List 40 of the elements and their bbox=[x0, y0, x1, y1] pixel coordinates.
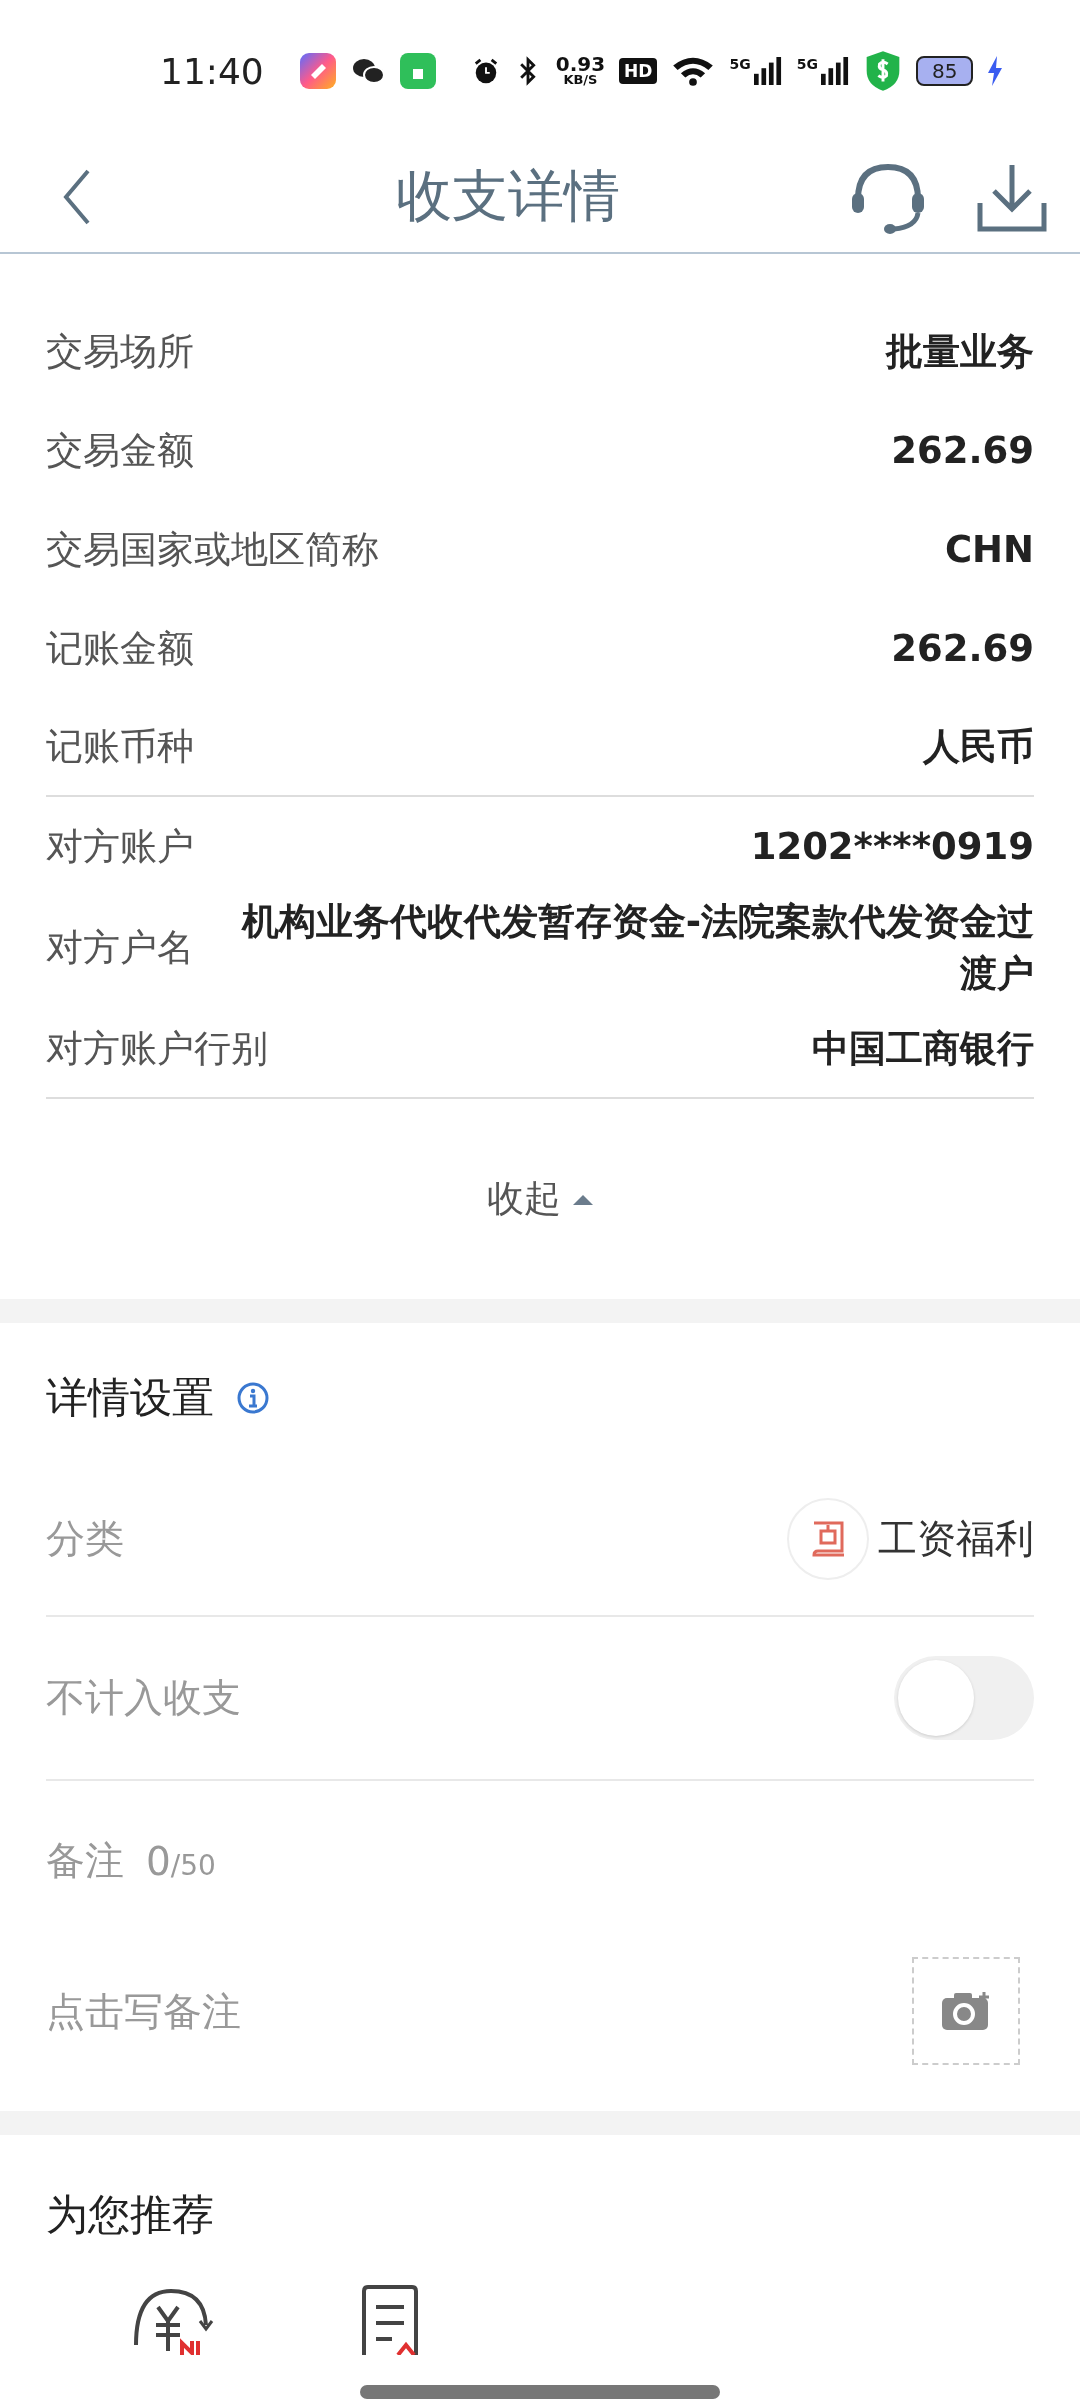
category-label: 分类 bbox=[46, 1515, 124, 1563]
section-title: 详情设置 bbox=[46, 1372, 214, 1424]
field-value: 1202****0919 bbox=[750, 823, 1034, 870]
exclude-label: 不计入收支 bbox=[46, 1674, 241, 1722]
field-value: CHN bbox=[944, 526, 1034, 573]
app-icon bbox=[299, 53, 336, 89]
camera-icon bbox=[940, 1990, 992, 2032]
battery-indicator: 85 bbox=[915, 56, 974, 86]
signal-indicator: 5G bbox=[796, 57, 850, 85]
note-field[interactable]: 点击写备注 bbox=[46, 1988, 546, 2034]
info-icon[interactable] bbox=[236, 1381, 270, 1415]
field-label: 交易金额 bbox=[46, 427, 194, 474]
category-value[interactable]: 工资福利 bbox=[878, 1512, 1034, 1566]
field-label: 对方账户 bbox=[46, 823, 194, 870]
section-title: 为您推荐 bbox=[46, 2189, 215, 2241]
signal-indicator: 5G bbox=[729, 57, 783, 85]
field-label: 交易国家或地区简称 bbox=[46, 526, 379, 573]
field-value: 262.69 bbox=[891, 625, 1034, 672]
field-value: 人民币 bbox=[923, 723, 1034, 770]
collapse-button[interactable]: 收起 bbox=[481, 1099, 599, 1299]
field-label: 对方户名 bbox=[46, 925, 194, 971]
page-title: 收支详情 bbox=[395, 162, 621, 230]
caret-icon bbox=[573, 1193, 593, 1205]
field-label: 对方账户行别 bbox=[46, 1025, 268, 1072]
charging-icon bbox=[987, 56, 1004, 86]
field-value: 批量业务 bbox=[886, 328, 1034, 375]
store-icon bbox=[399, 53, 436, 89]
field-label: 记账币种 bbox=[46, 723, 194, 770]
note-counter: 0/50 bbox=[146, 1838, 216, 1884]
note-label: 备注 bbox=[46, 1837, 124, 1885]
field-value: 机构业务代收代发暂存资金-法院案款代发资金过渡户 bbox=[240, 899, 1034, 997]
field-label: 记账金额 bbox=[46, 625, 194, 672]
field-value: 262.69 bbox=[891, 427, 1034, 474]
field-label: 交易场所 bbox=[46, 328, 194, 375]
add-photo-button[interactable] bbox=[912, 1957, 1020, 2065]
network-speed: 0.93 KB/S bbox=[555, 55, 606, 87]
field-value: 中国工商银行 bbox=[812, 1025, 1034, 1072]
status-time: 11:40 bbox=[160, 50, 264, 92]
hd-badge: HD bbox=[619, 58, 658, 84]
category-icon[interactable] bbox=[786, 1497, 870, 1581]
